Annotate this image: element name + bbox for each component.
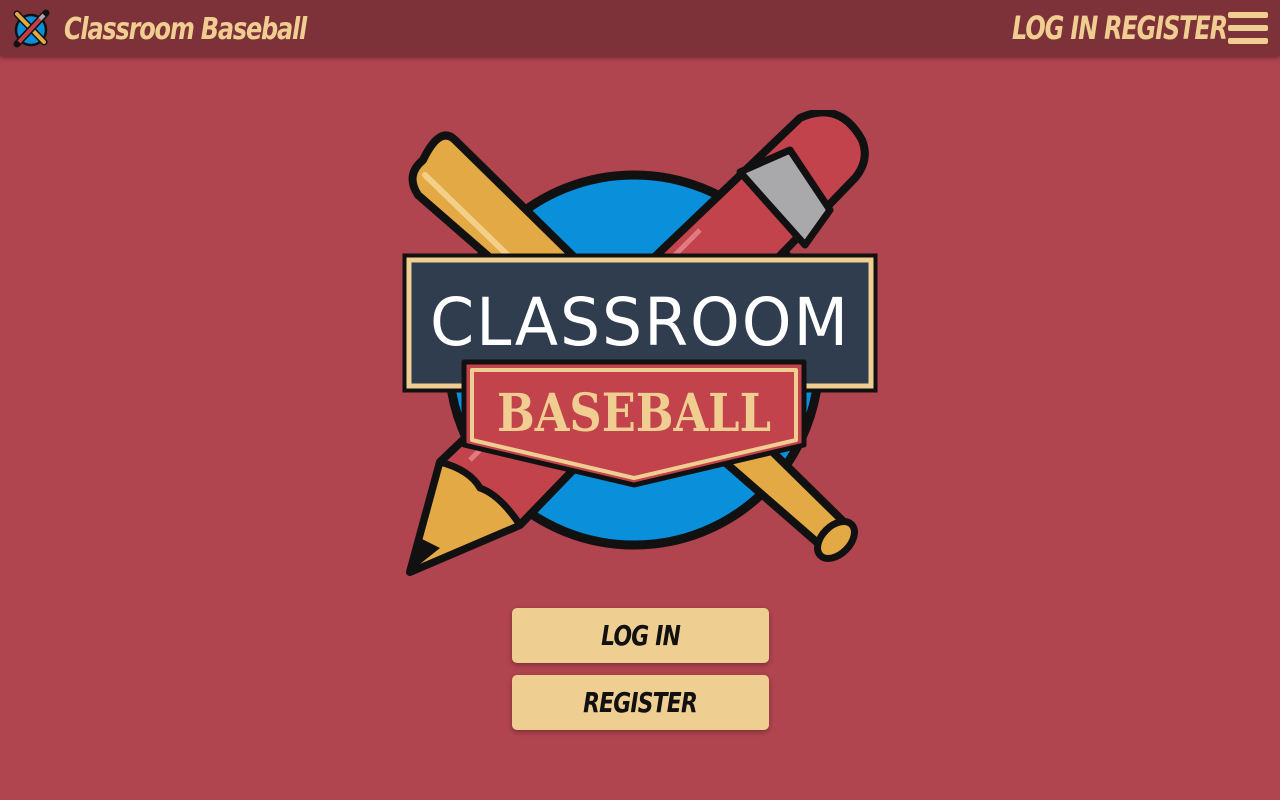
logo-bottom-text: BASEBALL (497, 383, 771, 444)
login-button-label: LOG IN (601, 619, 681, 652)
register-button-label: REGISTER (583, 686, 699, 719)
nav-login-link[interactable]: LOG IN (1012, 8, 1098, 48)
logo-top-text: CLASSROOM (430, 284, 850, 361)
top-navbar: Classroom Baseball LOG IN REGISTER (0, 0, 1280, 56)
hamburger-menu-icon[interactable] (1228, 12, 1268, 44)
classroom-baseball-hero-logo: CLASSROOM BASEBALL (402, 110, 878, 576)
classroom-baseball-logo-icon (13, 9, 50, 48)
login-button[interactable]: LOG IN (512, 608, 769, 663)
brand-home-link[interactable]: Classroom Baseball (10, 8, 367, 50)
app-title: Classroom Baseball (64, 11, 307, 47)
register-button[interactable]: REGISTER (512, 675, 769, 730)
nav-register-link[interactable]: REGISTER (1104, 8, 1228, 48)
